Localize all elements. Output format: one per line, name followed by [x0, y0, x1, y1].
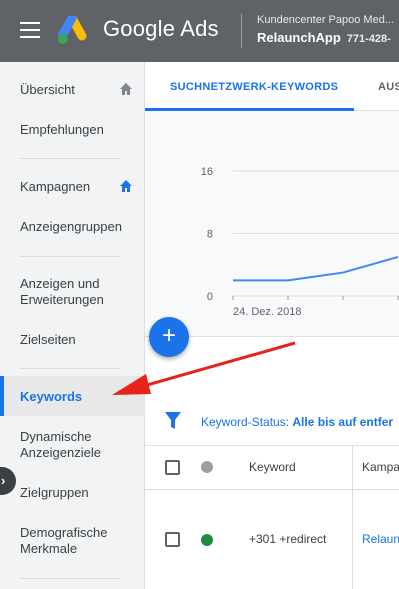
sidebar-nav: Übersicht Empfehlungen Kampagnen Anzeige… [0, 62, 145, 589]
filter-chip[interactable]: Keyword-Status: Alle bis auf entfer [201, 415, 393, 429]
sidebar-item-label: Zielgruppen [20, 485, 89, 500]
google-ads-logo[interactable] [58, 16, 94, 46]
sidebar-item-label: Anzeigen und Erweiterungen [20, 276, 104, 307]
table-row[interactable]: +301 +redirect Relaun [145, 490, 399, 589]
column-divider [352, 490, 353, 589]
chevron-right-icon: › [1, 473, 6, 488]
sidebar-divider [20, 158, 120, 159]
keyword-cell[interactable]: +301 +redirect [249, 532, 326, 546]
y-tick-label: 0 [207, 291, 213, 303]
x-tick-label: 24. Dez. 2018 [233, 306, 302, 318]
column-header-kampagne[interactable]: Kampa [362, 460, 399, 474]
sidebar-item-zielgruppen[interactable]: Zielgruppen [0, 485, 145, 501]
sidebar-item-anzeigen-erweiterungen[interactable]: Anzeigen und Erweiterungen [0, 276, 120, 308]
sidebar-item-keywords[interactable]: Keywords [0, 376, 145, 416]
plus-icon: + [161, 322, 176, 349]
select-all-checkbox[interactable] [165, 460, 180, 475]
sidebar-item-label: Anzeigengruppen [20, 219, 122, 234]
header-divider [241, 14, 242, 48]
sidebar-divider [20, 256, 120, 257]
sidebar-item-kampagnen[interactable]: Kampagnen [0, 179, 145, 195]
sidebar-item-label: Übersicht [20, 82, 75, 97]
sidebar-item-zielseiten[interactable]: Zielseiten [0, 332, 145, 348]
add-keyword-button[interactable]: + [149, 317, 189, 357]
top-app-bar: Google Ads Kundencenter Papoo Med... Rel… [0, 0, 399, 62]
sidebar-item-label: Demografische Merkmale [20, 525, 108, 556]
customer-id: 771-428- [346, 33, 391, 45]
filter-icon[interactable] [165, 412, 181, 430]
tab-suchnetzwerk-keywords[interactable]: SUCHNETZWERK-KEYWORDS [170, 81, 338, 93]
account-name: Kundencenter Papoo Med... [257, 14, 394, 26]
table-header: Keyword Kampa [145, 446, 399, 490]
account-switcher[interactable]: Kundencenter Papoo Med... RelaunchApp 771… [257, 14, 394, 45]
filter-bar[interactable]: Keyword-Status: Alle bis auf entfer [145, 400, 399, 446]
chart-svg: 16 8 0 24. Dez. 2018 [201, 166, 399, 318]
active-indicator [0, 376, 4, 416]
sidebar-item-demografische-merkmale[interactable]: Demografische Merkmale [0, 525, 125, 557]
status-column-icon[interactable] [201, 461, 213, 473]
home-icon [120, 83, 132, 95]
sidebar-item-label: Zielseiten [20, 332, 76, 347]
column-header-keyword[interactable]: Keyword [249, 460, 296, 474]
menu-icon[interactable] [20, 22, 40, 38]
sidebar-item-uebersicht[interactable]: Übersicht [0, 82, 145, 98]
series-line[interactable] [233, 255, 399, 282]
tab-ausschluss[interactable]: AUS [378, 81, 399, 93]
sidebar-item-empfehlungen[interactable]: Empfehlungen [0, 122, 145, 138]
status-dot[interactable] [201, 534, 213, 546]
sidebar-item-label: Empfehlungen [20, 122, 104, 137]
sidebar-item-label: Dynamische Anzeigenziele [20, 429, 101, 460]
home-icon [120, 180, 132, 192]
sidebar-item-label: Kampagnen [20, 179, 91, 194]
column-divider[interactable] [352, 446, 353, 490]
sidebar-divider [20, 368, 120, 369]
brand-title[interactable]: Google Ads [103, 16, 219, 42]
performance-chart: 16 8 0 24. Dez. 2018 [145, 111, 399, 337]
main-content: SUCHNETZWERK-KEYWORDS AUS 16 8 0 24. Dez. 2… [145, 62, 399, 589]
account-label: RelaunchApp 771-428- [257, 30, 391, 45]
filter-value: Alle bis auf entfer [292, 415, 394, 429]
tab-bar: SUCHNETZWERK-KEYWORDS AUS [145, 62, 399, 111]
sidebar-item-dynamische-anzeigenziele[interactable]: Dynamische Anzeigenziele [0, 429, 125, 461]
y-tick-label: 16 [201, 166, 213, 178]
sidebar-item-anzeigengruppen[interactable]: Anzeigengruppen [0, 219, 145, 235]
y-tick-label: 8 [207, 229, 213, 241]
sidebar-divider [20, 578, 120, 579]
sidebar-item-label: Keywords [20, 389, 83, 404]
campaign-link[interactable]: Relaun [362, 532, 399, 546]
row-checkbox[interactable] [165, 532, 180, 547]
